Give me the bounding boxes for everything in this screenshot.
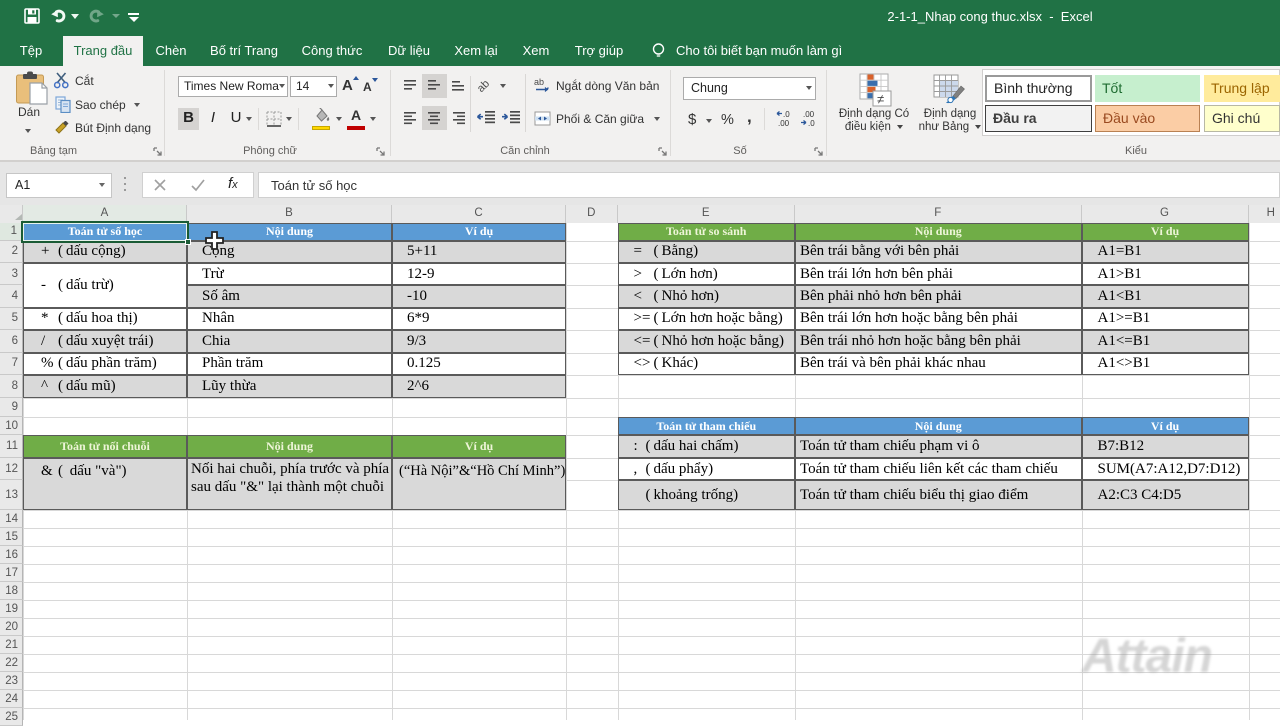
svg-text:.00: .00: [778, 119, 790, 127]
svg-text:.00: .00: [803, 110, 815, 119]
svg-text:ab: ab: [534, 77, 544, 87]
svg-text:ab: ab: [475, 78, 492, 94]
svg-text:.0: .0: [808, 119, 815, 127]
svg-text:.0: .0: [783, 110, 790, 119]
svg-text:≠: ≠: [877, 92, 884, 107]
